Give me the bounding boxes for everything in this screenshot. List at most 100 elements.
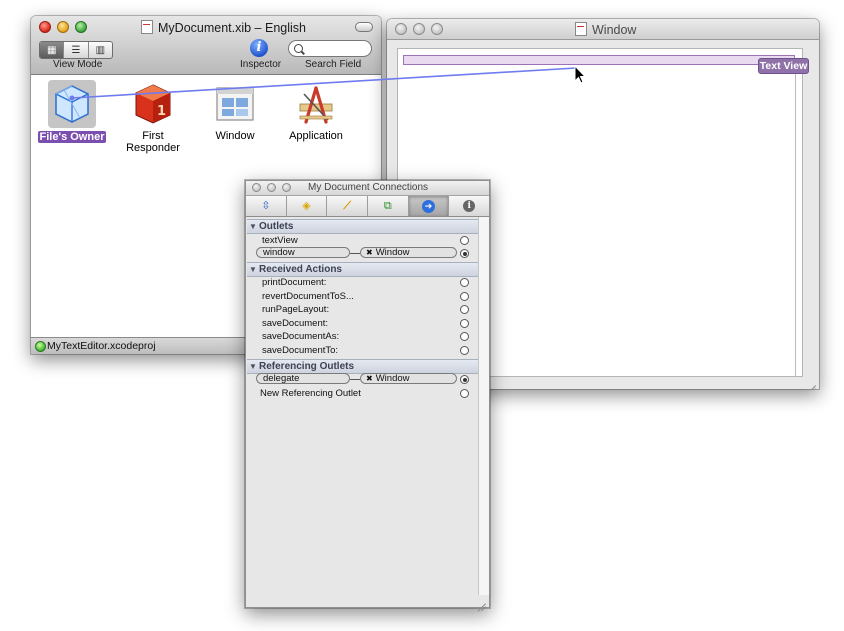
minimize-button[interactable] (267, 183, 276, 192)
action-name: runPageLayout: (262, 304, 330, 315)
minimize-button[interactable] (413, 23, 425, 35)
vertical-scrollbar[interactable] (478, 217, 489, 595)
disclosure-triangle-icon[interactable]: ▼ (247, 360, 259, 373)
inspector-tabs: ⇳ ◈ ⟋ ⧉ ➔ i (246, 196, 489, 217)
connection-link-line (350, 253, 360, 254)
outlet-row: textView (246, 234, 480, 248)
red-cube-icon: 1 (135, 84, 171, 124)
connections-list: ▼ Outlets textView window ✖ Window ▼ Receiv… (246, 217, 480, 607)
effects-icon: ◈ (302, 199, 311, 212)
outlet-row-connected: window ✖ Window (246, 247, 480, 261)
text-view[interactable] (403, 55, 795, 65)
tab-size[interactable]: ⟋ (327, 196, 369, 216)
object-label: Window (215, 130, 255, 142)
referencing-outlet-row-connected: delegate ✖ Window (246, 373, 480, 387)
identity-icon: i (463, 200, 476, 212)
connection-target-pill[interactable]: ✖ Window (360, 247, 457, 258)
connection-link-line (350, 379, 360, 380)
connection-circle[interactable] (460, 375, 469, 384)
zoom-button[interactable] (75, 21, 87, 33)
files-owner-selection-highlight (48, 80, 96, 128)
first-responder-object[interactable]: 1 First Responder (113, 80, 193, 154)
tab-effects[interactable]: ◈ (287, 196, 328, 216)
action-row: saveDocumentAs: (246, 330, 480, 344)
document-toolbar: MyDocument.xib – English ▦ ☰ ▥ View Mode… (31, 16, 381, 75)
search-icon (294, 44, 303, 53)
outlet-name-pill: delegate (256, 373, 350, 384)
outlet-name: textView (262, 235, 298, 246)
project-status-label: MyTextEditor.xcodeproj (47, 340, 156, 352)
cube-icon (55, 85, 89, 123)
canvas-titlebar: Window (387, 19, 819, 40)
application-icon (299, 86, 333, 124)
action-name: saveDocumentTo: (262, 345, 339, 356)
size-icon: ⟋ (343, 199, 352, 212)
connection-circle[interactable] (460, 278, 469, 287)
window-object[interactable]: Window (195, 80, 275, 142)
text-view-badge: Text View (758, 58, 809, 74)
object-label: Application (289, 130, 343, 142)
disconnect-x-icon[interactable]: ✖ (366, 248, 373, 257)
connections-icon: ➔ (422, 199, 436, 213)
connection-circle[interactable] (460, 319, 469, 328)
connection-circle[interactable] (460, 236, 469, 245)
toolbar-toggle-button[interactable] (355, 22, 373, 32)
connection-circle[interactable] (460, 305, 469, 314)
application-object[interactable]: Application (276, 80, 356, 142)
list-view-segment[interactable]: ☰ (64, 42, 89, 58)
action-name: saveDocumentAs: (262, 331, 340, 342)
connection-circle[interactable] (460, 346, 469, 355)
scroll-view-edge (795, 65, 796, 376)
outlets-section-header[interactable]: ▼ Outlets (247, 219, 479, 234)
panel-title: My Document Connections (308, 182, 429, 193)
outlet-name-pill: window (256, 247, 350, 258)
window-title: Window (575, 22, 636, 37)
tab-connections[interactable]: ➔ (408, 196, 450, 216)
view-mode-control[interactable]: ▦ ☰ ▥ (39, 41, 113, 59)
connection-circle[interactable] (460, 249, 469, 258)
zoom-button[interactable] (282, 183, 291, 192)
received-actions-section-header[interactable]: ▼ Received Actions (247, 262, 479, 277)
referencing-outlet-row: New Referencing Outlet (246, 387, 480, 401)
inspector-info-icon[interactable]: i (250, 39, 268, 57)
resize-grip-icon[interactable] (476, 594, 486, 604)
action-name: printDocument: (262, 277, 327, 288)
tab-identity[interactable]: i (449, 196, 489, 216)
referencing-outlet-name: New Referencing Outlet (260, 388, 361, 399)
tab-attributes[interactable]: ⇳ (246, 196, 287, 216)
svg-text:1: 1 (157, 104, 166, 119)
minimize-button[interactable] (57, 21, 69, 33)
close-button[interactable] (252, 183, 261, 192)
column-view-segment[interactable]: ▥ (89, 42, 112, 58)
connection-circle[interactable] (460, 389, 469, 398)
close-button[interactable] (395, 23, 407, 35)
tab-bindings[interactable]: ⧉ (368, 196, 409, 216)
disclosure-triangle-icon[interactable]: ▼ (247, 263, 259, 276)
zoom-button[interactable] (431, 23, 443, 35)
project-status-icon (35, 341, 46, 352)
disclosure-triangle-icon[interactable]: ▼ (247, 220, 259, 233)
attributes-icon: ⇳ (261, 199, 271, 212)
connection-circle[interactable] (460, 332, 469, 341)
icon-view-segment[interactable]: ▦ (40, 42, 65, 58)
action-row: saveDocumentTo: (246, 344, 480, 358)
search-input[interactable] (288, 40, 372, 57)
resize-grip-icon[interactable] (806, 376, 816, 386)
connections-inspector-panel: My Document Connections ⇳ ◈ ⟋ ⧉ ➔ i ▼ Out… (245, 180, 490, 608)
action-row: printDocument: (246, 276, 480, 290)
files-owner-object[interactable]: File's Owner (32, 80, 112, 143)
referencing-outlets-section-header[interactable]: ▼ Referencing Outlets (247, 359, 479, 374)
search-field-label: Search Field (305, 59, 362, 70)
action-name: revertDocumentToS... (262, 291, 354, 302)
bindings-icon: ⧉ (383, 199, 392, 212)
action-row: runPageLayout: (246, 303, 480, 317)
close-button[interactable] (39, 21, 51, 33)
connection-target-pill[interactable]: ✖ Window (360, 373, 457, 384)
object-label: First Responder (126, 130, 180, 154)
view-mode-label: View Mode (53, 59, 103, 70)
disconnect-x-icon[interactable]: ✖ (366, 374, 373, 383)
inspector-label: Inspector (240, 59, 282, 70)
connection-circle[interactable] (460, 292, 469, 301)
panel-titlebar: My Document Connections (246, 181, 489, 196)
window-proxy-icon (575, 22, 587, 36)
